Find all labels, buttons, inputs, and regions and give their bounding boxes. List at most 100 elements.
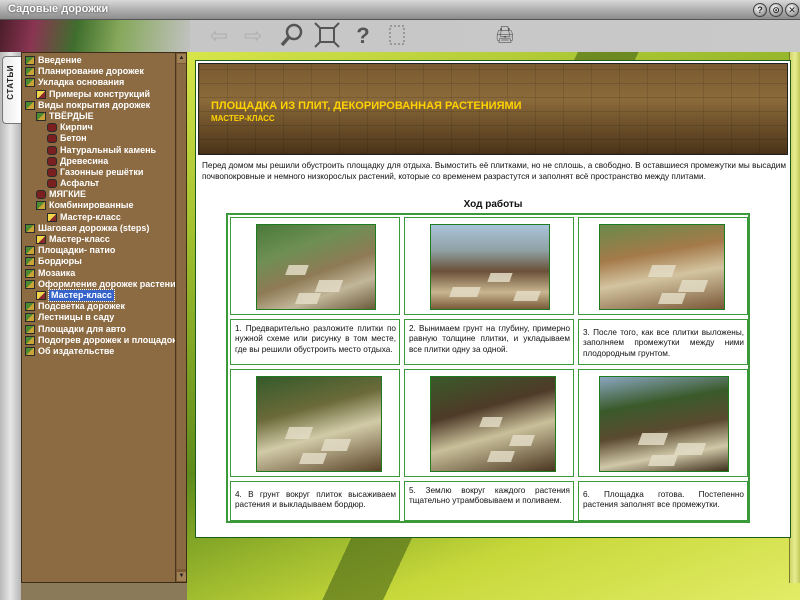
sidebar-item[interactable]: Асфальт <box>22 178 176 189</box>
forward-arrow-icon[interactable]: ⇨ <box>239 22 267 50</box>
sidebar-item-label: ТВЁРДЫЕ <box>49 110 94 121</box>
tab-articles[interactable]: СТАТЬИ <box>2 56 21 124</box>
step-1-caption-cell: 1. Предварительно разложите плитки по ну… <box>230 319 400 365</box>
help-window-button[interactable]: ? <box>753 3 767 17</box>
sidebar-item[interactable]: Натуральный камень <box>22 145 176 156</box>
sidebar-item-label: Асфальт <box>60 178 100 189</box>
sidebar-item-label: Введение <box>38 55 82 65</box>
sidebar-item-label: Об издательстве <box>38 345 115 356</box>
step-5-photo <box>430 376 556 472</box>
sidebar-item-label: Комбинированные <box>49 200 134 211</box>
sidebar-item[interactable]: Об издательстве <box>22 346 176 357</box>
sidebar-item[interactable]: Планирование дорожек <box>22 66 176 77</box>
sidebar-item-label: Площадки- патио <box>38 245 116 256</box>
sidebar-item[interactable]: Шаговая дорожка (steps) <box>22 223 176 234</box>
bug-icon <box>47 134 57 144</box>
sidebar-item[interactable]: Подогрев дорожек и площадок <box>22 334 177 346</box>
article-subtitle: МАСТЕР-КЛАСС <box>211 114 275 123</box>
bug-icon <box>47 123 57 133</box>
sidebar-item[interactable]: Комбинированные <box>22 200 176 211</box>
page-icon <box>36 290 46 300</box>
book-icon <box>25 67 35 77</box>
sidebar-item[interactable]: МЯГКИЕ <box>22 189 176 200</box>
sidebar-scroll-thumb[interactable] <box>177 64 186 569</box>
sidebar-item[interactable]: Введение <box>22 55 176 66</box>
sidebar-item[interactable]: Площадки- патио <box>22 245 176 256</box>
sidebar-item[interactable]: Древесина <box>22 156 176 167</box>
sidebar-item[interactable]: Бордюры <box>22 256 176 267</box>
scroll-down-icon[interactable]: ▼ <box>177 572 186 581</box>
step-2-caption: 2. Вынимаем грунт на глубину, примерно р… <box>409 324 570 354</box>
page-icon <box>36 89 46 99</box>
article-banner: ПЛОЩАДКА ИЗ ПЛИТ, ДЕКОРИРОВАННАЯ РАСТЕНИ… <box>198 63 788 155</box>
sidebar-scrollbar[interactable]: ▲ ▼ <box>175 53 186 582</box>
step-1-photo <box>256 224 376 310</box>
sidebar-item-label: Площадки для авто <box>38 323 126 334</box>
book-icon <box>25 246 35 256</box>
book-icon <box>25 56 35 65</box>
step-5-photo-cell <box>404 369 574 477</box>
sidebar-item-label: Газонные решётки <box>60 166 144 177</box>
sidebar-item-label: Мозаика <box>38 267 76 278</box>
step-4-caption: 4. В грунт вокруг плиток высаживаем раст… <box>235 490 396 510</box>
sidebar-item[interactable]: Подсветка дорожек <box>22 301 176 312</box>
page-icon <box>36 235 46 244</box>
sidebar: Введение Планирование дорожек Укладка осно… <box>21 52 187 583</box>
sidebar-item[interactable]: Оформление дорожек растения <box>22 279 181 290</box>
step-6-photo-cell <box>578 369 748 477</box>
bug-icon <box>47 167 57 177</box>
sidebar-item-label: Мастер-класс <box>49 234 110 244</box>
sidebar-item[interactable]: Мозаика <box>22 268 176 279</box>
window-title: Садовые дорожки <box>8 3 109 15</box>
sidebar-item-label: Подсветка дорожек <box>38 301 126 312</box>
back-arrow-icon[interactable]: ⇦ <box>205 22 233 50</box>
step-3-photo <box>599 224 725 310</box>
sidebar-item[interactable]: Мастер-класс <box>22 288 176 302</box>
frame-icon[interactable] <box>383 22 411 50</box>
step-6-caption-cell: 6. Площадка готова. Постепенно растения … <box>578 481 748 521</box>
bug-icon <box>47 145 57 155</box>
article-panel: ПЛОЩАДКА ИЗ ПЛИТ, ДЕКОРИРОВАННАЯ РАСТЕНИ… <box>195 60 791 538</box>
close-window-button[interactable]: ✕ <box>785 3 799 17</box>
bug-icon <box>47 179 57 189</box>
sidebar-item[interactable]: Примеры конструкций <box>22 89 176 100</box>
fit-screen-icon[interactable] <box>313 22 341 50</box>
sidebar-item-label: Мастер-класс <box>48 288 115 302</box>
step-5-caption-cell: 5. Землю вокруг каждого растения тщатель… <box>404 481 574 521</box>
minimize-window-button[interactable]: ⊙ <box>769 3 783 17</box>
help-icon[interactable]: ? <box>349 22 377 50</box>
bug-icon <box>47 156 57 166</box>
step-2-caption-cell: 2. Вынимаем грунт на глубину, примерно р… <box>404 319 574 365</box>
book-icon <box>25 78 35 88</box>
sidebar-item[interactable]: Виды покрытия дорожек <box>22 100 176 111</box>
sidebar-item-label: Подогрев дорожек и площадок <box>38 334 177 345</box>
book-icon <box>25 324 35 334</box>
sidebar-item-label: Шаговая дорожка (steps) <box>38 222 150 233</box>
article-title: ПЛОЩАДКА ИЗ ПЛИТ, ДЕКОРИРОВАННАЯ РАСТЕНИ… <box>211 100 522 112</box>
scroll-up-icon[interactable]: ▲ <box>177 54 186 63</box>
sidebar-item-label: Укладка основания <box>38 77 125 88</box>
sidebar-item-label: Бетон <box>60 133 87 144</box>
book-icon <box>25 335 35 345</box>
sidebar-item[interactable]: Укладка основания <box>22 77 176 88</box>
book-icon <box>25 313 35 323</box>
step-6-photo <box>599 376 729 472</box>
sidebar-item[interactable]: Лестницы в саду <box>22 312 176 323</box>
sidebar-item[interactable]: Мастер-класс <box>22 234 176 245</box>
magnifier-icon[interactable] <box>279 22 307 50</box>
book-icon <box>25 223 35 233</box>
sidebar-item[interactable]: Бетон <box>22 133 176 144</box>
step-2-photo-cell <box>404 217 574 315</box>
sidebar-item[interactable]: ТВЁРДЫЕ <box>22 111 176 122</box>
book-icon <box>25 279 35 289</box>
header-garden-image <box>0 20 190 52</box>
sidebar-item[interactable]: Газонные решётки <box>22 167 176 178</box>
book-icon <box>25 302 35 312</box>
sidebar-item[interactable]: Площадки для авто <box>22 324 176 335</box>
steps-grid: 1. Предварительно разложите плитки по ну… <box>226 213 750 523</box>
print-icon[interactable]: 🖨 <box>491 22 519 50</box>
sidebar-item-label: Кирпич <box>60 122 93 133</box>
sidebar-item[interactable]: Кирпич <box>22 122 176 133</box>
book-icon <box>25 268 35 278</box>
sidebar-item[interactable]: Мастер-класс <box>22 212 176 223</box>
